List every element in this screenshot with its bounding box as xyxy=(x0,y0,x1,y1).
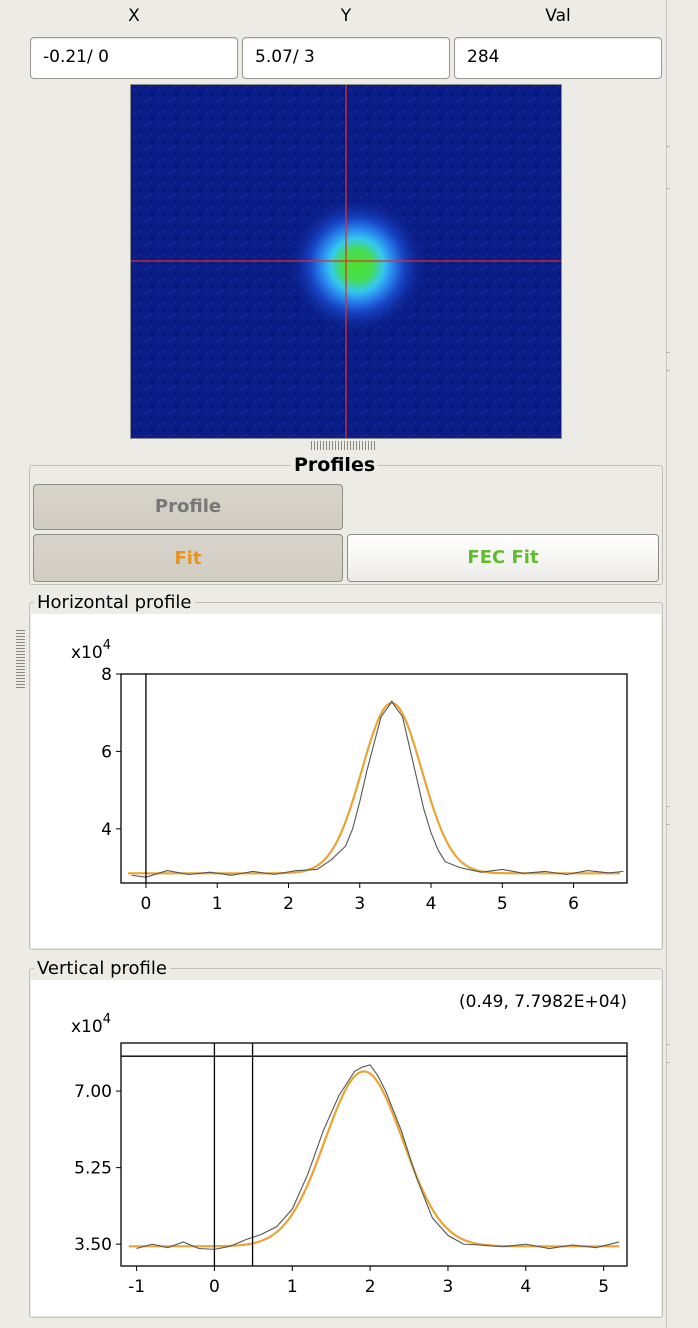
x-tick-label: 0 xyxy=(209,1277,220,1297)
pixel-value-field[interactable]: 284 xyxy=(454,37,662,79)
side-splitter-handle[interactable] xyxy=(16,628,25,688)
y-tick-label: 5.25 xyxy=(74,1159,112,1179)
x-tick-label: 4 xyxy=(426,894,437,914)
x-tick-label: 1 xyxy=(212,894,223,914)
axis-multiplier-label: x104 xyxy=(71,638,111,663)
horizontal-profile-panel: x104 4 6 8 0 1 2 3 4 5 6 xyxy=(31,614,661,948)
pane-edge-tick xyxy=(666,1062,670,1063)
horizontal-profile-chart[interactable]: x1044680 1 2 3 4 5 6 xyxy=(31,614,661,948)
beam-image-view[interactable] xyxy=(130,84,562,439)
vertical-profile-chart[interactable]: x1043.505.257.00-1 0 1 2 3 4 5(0.49, 7.7982E+0… xyxy=(31,980,661,1316)
x-coordinate-field[interactable]: -0.21/ 0 xyxy=(30,37,238,79)
axis-multiplier-base: x10 xyxy=(71,1017,103,1037)
pane-edge-tick xyxy=(666,352,670,353)
profile-line xyxy=(131,700,624,878)
x-tick-label: 3 xyxy=(443,1277,454,1297)
x-tick-label: -1 xyxy=(128,1277,145,1297)
pane-edge-tick xyxy=(666,1044,670,1045)
x-tick-label: 5 xyxy=(497,894,508,914)
vertical-profile-title: Vertical profile xyxy=(34,958,170,979)
axis-multiplier-exponent: 4 xyxy=(103,1012,111,1027)
pane-edge-tick xyxy=(666,370,670,371)
profile-button[interactable]: Profile xyxy=(33,484,343,530)
axis-multiplier-base: x10 xyxy=(71,643,103,663)
fec-fit-button[interactable]: FEC Fit xyxy=(347,534,659,582)
profiles-group-title: Profiles xyxy=(291,454,379,476)
splitter-handle[interactable] xyxy=(311,441,377,450)
axis-multiplier-label: x104 xyxy=(71,1012,111,1037)
profile-line xyxy=(136,1064,620,1250)
y-label: Y xyxy=(340,6,352,26)
y-tick-label: 6 xyxy=(101,742,112,762)
x-tick-label: 3 xyxy=(354,894,365,914)
y-tick-label: 8 xyxy=(101,665,112,685)
axis-multiplier-exponent: 4 xyxy=(103,638,111,653)
plot-frame xyxy=(120,673,628,884)
x-tick-label: 0 xyxy=(141,894,152,914)
pane-edge-tick xyxy=(666,188,670,189)
cursor-readout: (0.49, 7.7982E+04) xyxy=(459,992,627,1012)
pane-edge-tick xyxy=(666,806,670,807)
x-tick-label: 6 xyxy=(568,894,579,914)
horizontal-profile-title: Horizontal profile xyxy=(34,592,195,613)
val-label: Val xyxy=(545,6,571,26)
x-tick-label: 5 xyxy=(598,1277,609,1297)
x-label: X xyxy=(128,6,140,26)
y-tick-label: 7.00 xyxy=(74,1082,112,1102)
x-tick-label: 4 xyxy=(520,1277,531,1297)
fit-button[interactable]: Fit xyxy=(33,534,343,582)
fit-curve xyxy=(128,701,620,875)
pane-edge-tick xyxy=(666,824,670,825)
pane-edge xyxy=(666,0,667,1328)
pane-edge-tick xyxy=(666,146,670,147)
beam-image xyxy=(131,85,561,438)
x-tick-label: 2 xyxy=(283,894,294,914)
y-tick-label: 3.50 xyxy=(74,1235,112,1255)
y-tick-label: 4 xyxy=(101,820,112,840)
x-tick-label: 1 xyxy=(287,1277,298,1297)
x-tick-label: 2 xyxy=(365,1277,376,1297)
vertical-profile-panel: x104 3.50 5.25 7.00 -1 0 1 2 3 4 5 (0.49, 7.7982E+0… xyxy=(31,980,661,1316)
y-coordinate-field[interactable]: 5.07/ 3 xyxy=(242,37,450,79)
fit-curve xyxy=(128,1070,620,1248)
